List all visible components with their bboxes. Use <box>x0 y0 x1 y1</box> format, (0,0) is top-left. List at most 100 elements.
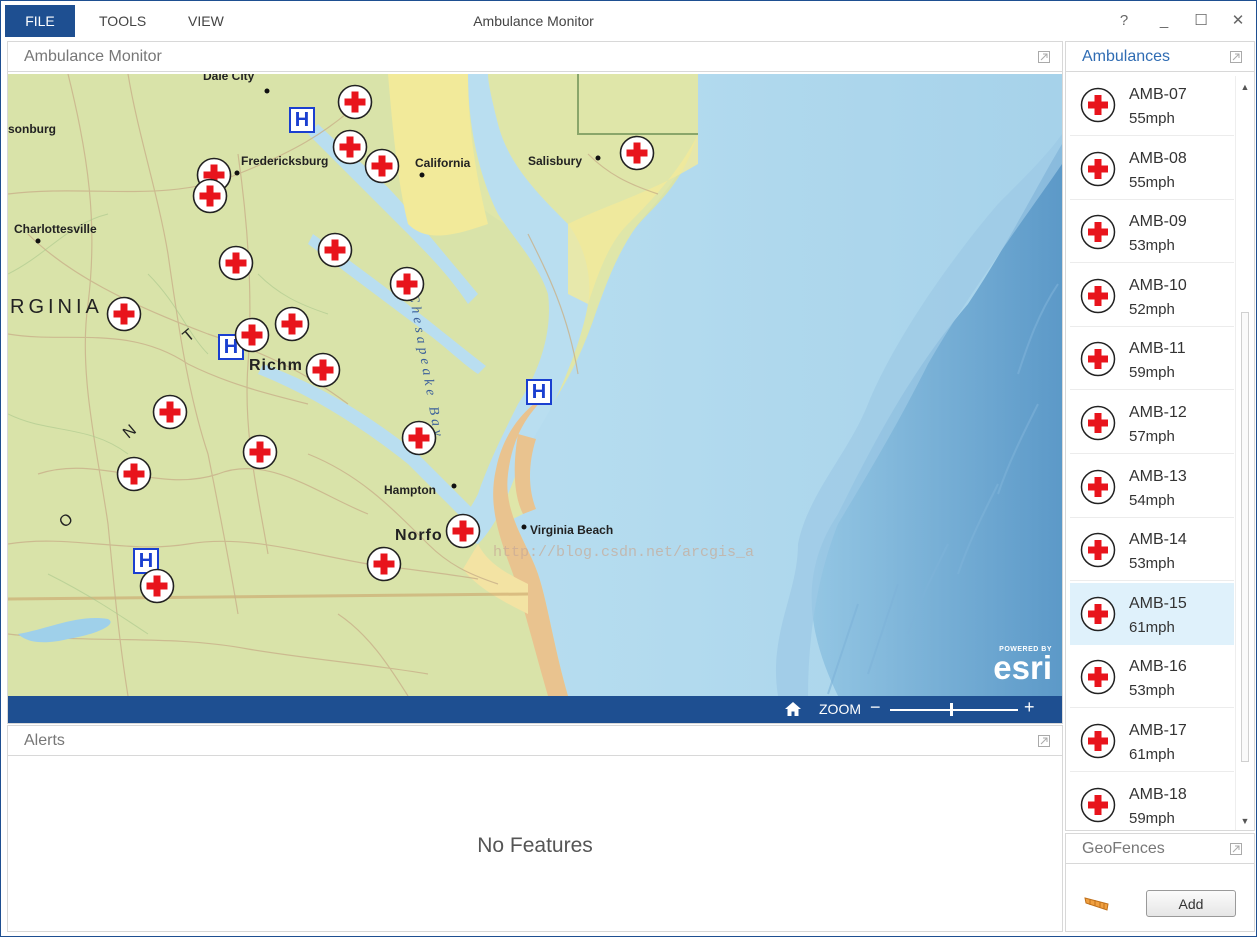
ambulance-list-item[interactable]: AMB-15 61mph <box>1070 582 1234 645</box>
red-cross-icon <box>116 456 152 492</box>
ambulance-marker[interactable] <box>234 317 270 353</box>
ambulance-marker[interactable] <box>305 352 341 388</box>
esri-brand: esri <box>993 649 1052 686</box>
scroll-down-icon[interactable]: ▼ <box>1240 816 1250 826</box>
red-cross-icon <box>106 296 142 332</box>
ambulance-marker[interactable] <box>192 178 228 214</box>
red-cross-icon <box>445 513 481 549</box>
menu-view[interactable]: VIEW <box>188 5 224 37</box>
red-cross-icon <box>305 352 341 388</box>
red-cross-icon <box>317 232 353 268</box>
map-panel-header: Ambulance Monitor <box>8 42 1062 72</box>
menu-file[interactable]: FILE <box>5 5 75 37</box>
ambulance-speed: 55mph <box>1129 110 1175 127</box>
ambulance-marker[interactable] <box>317 232 353 268</box>
ambulances-panel-title: Ambulances <box>1082 47 1171 65</box>
alerts-panel-title: Alerts <box>24 731 65 749</box>
ambulance-name: AMB-11 <box>1129 340 1186 358</box>
ambulance-marker[interactable] <box>445 513 481 549</box>
ambulance-marker[interactable] <box>116 456 152 492</box>
pin-icon[interactable] <box>1230 843 1242 855</box>
ambulance-marker[interactable] <box>364 148 400 184</box>
ambulance-marker[interactable] <box>332 129 368 165</box>
zoom-out-button[interactable]: − <box>870 697 881 718</box>
ambulance-list: AMB-07 55mph AMB-08 55mph AMB-09 53mph AMB-10 5… <box>1066 74 1236 830</box>
geofences-panel-title: GeoFences <box>1082 839 1165 857</box>
red-cross-icon <box>1080 596 1116 632</box>
scroll-up-icon[interactable]: ▲ <box>1240 82 1250 92</box>
ambulance-list-item[interactable]: AMB-12 57mph <box>1070 392 1234 454</box>
ambulance-speed: 53mph <box>1129 237 1175 255</box>
ambulances-panel-header: Ambulances <box>1066 42 1254 72</box>
red-cross-icon <box>1080 532 1116 568</box>
pin-icon[interactable] <box>1038 735 1050 747</box>
ambulance-list-item[interactable]: AMB-14 53mph <box>1070 519 1234 582</box>
ambulance-list-item[interactable]: AMB-11 59mph <box>1070 328 1234 391</box>
ambulance-list-item[interactable]: AMB-16 53mph <box>1070 646 1234 709</box>
ambulance-speed: 59mph <box>1129 364 1175 382</box>
help-button[interactable]: ? <box>1111 7 1137 33</box>
ambulance-name: AMB-16 <box>1129 658 1187 676</box>
ambulance-list-item[interactable]: AMB-10 52mph <box>1070 265 1234 327</box>
add-geofence-button[interactable]: Add <box>1146 890 1236 917</box>
ambulance-marker[interactable] <box>139 568 175 604</box>
alerts-panel: Alerts No Features <box>7 725 1063 932</box>
ambulance-marker[interactable] <box>401 420 437 456</box>
ambulance-speed: 53mph <box>1129 682 1175 700</box>
minimize-button[interactable]: _ <box>1151 7 1177 33</box>
red-cross-icon <box>332 129 368 165</box>
hospital-h-icon[interactable]: H <box>289 107 315 133</box>
ambulance-marker[interactable] <box>106 296 142 332</box>
ambulance-marker[interactable] <box>337 84 373 120</box>
red-cross-icon <box>1080 151 1116 186</box>
pin-icon[interactable] <box>1038 51 1050 63</box>
ambulance-name: AMB-12 <box>1129 404 1187 421</box>
red-cross-icon <box>364 148 400 184</box>
ambulance-marker[interactable] <box>366 546 402 582</box>
ambulance-speed: 59mph <box>1129 809 1175 827</box>
ambulance-marker[interactable] <box>152 394 188 430</box>
red-cross-icon <box>218 245 254 281</box>
ambulance-list-item[interactable]: AMB-13 54mph <box>1070 456 1234 518</box>
close-button[interactable]: ✕ <box>1225 7 1251 33</box>
red-cross-icon <box>139 568 175 604</box>
ambulance-list-item[interactable]: AMB-18 59mph <box>1070 774 1234 830</box>
red-cross-icon <box>1080 405 1116 441</box>
ambulance-speed: 52mph <box>1129 300 1175 318</box>
ambulance-list-scrollbar[interactable]: ▲ ▼ <box>1235 76 1253 830</box>
map-view[interactable]: Dale City sonburg Fredericksburg Califor… <box>8 74 1062 696</box>
red-cross-icon <box>366 546 402 582</box>
ambulance-list-item[interactable]: AMB-07 55mph <box>1070 74 1234 136</box>
red-cross-icon <box>274 306 310 342</box>
red-cross-icon <box>1080 87 1116 123</box>
ambulance-name: AMB-15 <box>1129 594 1187 612</box>
ambulance-marker[interactable] <box>274 306 310 342</box>
red-cross-icon <box>1080 278 1116 314</box>
pin-icon[interactable] <box>1230 51 1242 63</box>
app-window: FILE TOOLS VIEW Ambulance Monitor ? _ ☐ … <box>0 0 1257 937</box>
zoom-slider-track[interactable] <box>890 709 1018 711</box>
ambulance-marker[interactable] <box>389 266 425 302</box>
scroll-thumb[interactable] <box>1241 312 1249 762</box>
red-cross-icon <box>337 84 373 120</box>
title-bar: FILE TOOLS VIEW Ambulance Monitor ? _ ☐ … <box>1 1 1256 39</box>
home-icon[interactable] <box>784 701 802 717</box>
maximize-button[interactable]: ☐ <box>1188 7 1214 33</box>
ambulance-list-item[interactable]: AMB-08 55mph <box>1070 138 1234 200</box>
menu-tools[interactable]: TOOLS <box>99 5 146 37</box>
red-cross-icon <box>192 178 228 214</box>
ambulance-speed: 61mph <box>1129 618 1175 636</box>
zoom-slider-thumb[interactable] <box>950 703 953 716</box>
window-title: Ambulance Monitor <box>473 13 594 29</box>
zoom-in-button[interactable]: + <box>1024 697 1035 718</box>
hospital-h-icon[interactable]: H <box>526 379 552 405</box>
ambulance-marker[interactable] <box>218 245 254 281</box>
map-toolbar: ZOOM − + <box>8 696 1062 723</box>
ambulance-list-item[interactable]: AMB-09 53mph <box>1070 201 1234 264</box>
ambulance-list-item[interactable]: AMB-17 61mph <box>1070 710 1234 772</box>
red-cross-icon <box>389 266 425 302</box>
ambulance-speed: 55mph <box>1129 173 1175 191</box>
ambulance-marker[interactable] <box>242 434 278 470</box>
ambulance-marker[interactable] <box>619 135 655 171</box>
ambulance-speed: 61mph <box>1129 746 1175 763</box>
